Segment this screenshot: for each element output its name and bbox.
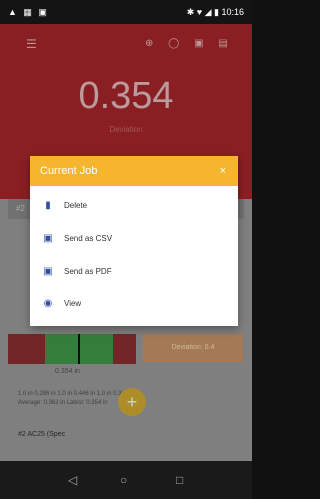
menu-item-delete[interactable]: ▮ Delete [30, 190, 238, 222]
status-bar: ▲ ▦ ▣ ✱ ♥ ◢ ▮ 10:16 [0, 0, 252, 24]
status-right: ✱ ♥ ◢ ▮ 10:16 [187, 7, 244, 18]
navigation-bar: ◁ ○ □ [0, 461, 252, 499]
dialog-header: Current Job × [30, 156, 238, 186]
menu-item-label: Send as CSV [64, 234, 113, 243]
menu-item-label: Delete [64, 201, 88, 210]
menu-item-view[interactable]: ◉ View [30, 288, 238, 320]
current-job-dialog: Current Job × ▮ Delete ▣ Send as CSV ▣ S… [30, 156, 238, 326]
menu-item-label: View [64, 299, 82, 308]
csv-icon: ▣ [43, 233, 53, 244]
menu-item-send-csv[interactable]: ▣ Send as CSV [30, 223, 238, 255]
status-left-icons: ▲ ▦ ▣ [8, 7, 49, 17]
pdf-icon: ▣ [43, 266, 53, 277]
eye-icon: ◉ [43, 298, 53, 309]
home-icon[interactable]: ○ [120, 473, 127, 487]
recent-apps-icon[interactable]: □ [176, 473, 183, 487]
dialog-title: Current Job [40, 165, 98, 177]
close-icon[interactable]: × [220, 156, 226, 186]
menu-item-send-pdf[interactable]: ▣ Send as PDF [30, 256, 238, 288]
status-icons: ✱ ♥ ◢ ▮ [186, 7, 219, 17]
menu-item-label: Send as PDF [64, 267, 112, 276]
status-time: 10:16 [221, 7, 244, 17]
trash-icon: ▮ [45, 200, 51, 211]
back-icon[interactable]: ◁ [68, 473, 77, 487]
